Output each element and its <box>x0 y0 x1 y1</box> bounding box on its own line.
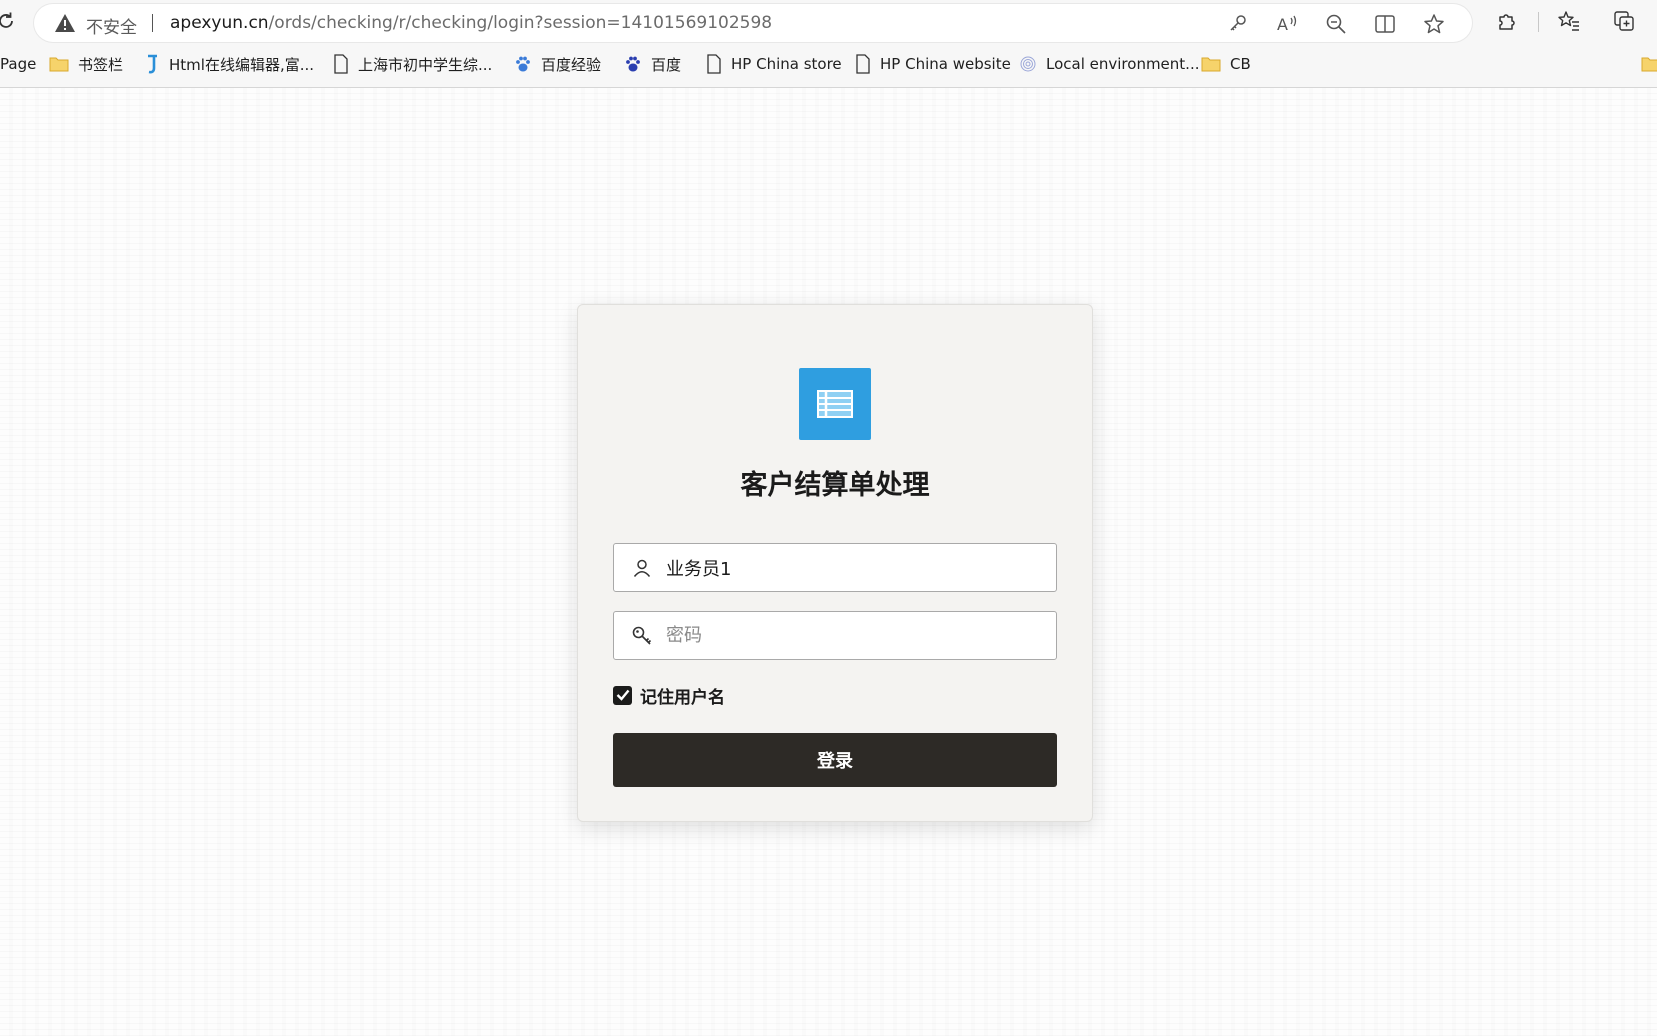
url-host: apexyun.cn <box>170 13 269 33</box>
bookmark-item[interactable]: 百度 <box>624 52 681 76</box>
collections-icon[interactable] <box>1612 9 1636 33</box>
password-field[interactable] <box>613 611 1057 660</box>
address-divider <box>152 14 153 32</box>
warning-triangle-icon[interactable] <box>54 13 76 33</box>
bookmark-item[interactable]: HP China store <box>706 52 842 76</box>
bookmark-label: 百度 <box>651 55 682 74</box>
read-aloud-icon[interactable]: A <box>1275 12 1299 36</box>
bookmark-label: HP China store <box>731 55 842 73</box>
login-card: 客户结算单处理 记住用户名 登录 <box>577 304 1093 822</box>
fingerprint-icon <box>1020 56 1036 72</box>
bookmark-label: Html在线编辑器,富... <box>169 55 315 74</box>
baidu-paw-icon <box>626 56 640 72</box>
checkmark-icon <box>616 689 629 701</box>
url-path: /ords/checking/r/checking/login?session=… <box>268 13 773 33</box>
remember-label[interactable]: 记住用户名 <box>640 683 725 708</box>
bookmark-item[interactable]: Html在线编辑器,富... <box>144 52 314 76</box>
bookmark-label: Page <box>0 55 37 73</box>
folder-icon <box>1201 57 1221 72</box>
bookmark-item[interactable]: Page <box>0 52 36 76</box>
remember-checkbox[interactable] <box>613 685 632 705</box>
toolbar-divider <box>1538 12 1539 32</box>
user-icon <box>633 559 651 577</box>
password-input[interactable] <box>666 612 1046 659</box>
favorite-star-icon[interactable] <box>1422 12 1446 36</box>
j-logo-icon <box>148 54 157 74</box>
svg-text:A: A <box>1277 15 1288 34</box>
bookmarks-overflow-folder[interactable] <box>1641 52 1657 76</box>
page-icon <box>334 54 348 74</box>
reload-icon[interactable] <box>0 9 18 33</box>
folder-icon <box>49 57 69 72</box>
bookmark-item[interactable]: 书签栏 <box>49 52 123 76</box>
bookmark-item[interactable]: 百度经验 <box>514 52 601 76</box>
key-icon <box>632 626 652 645</box>
bookmark-label: Local environment... <box>1046 55 1200 73</box>
page-icon <box>707 54 721 74</box>
favorites-list-icon[interactable] <box>1557 9 1581 33</box>
bookmark-label: 百度经验 <box>541 55 602 74</box>
app-title: 客户结算单处理 <box>740 470 930 501</box>
passwords-key-icon[interactable] <box>1226 12 1250 36</box>
url-text[interactable]: apexyun.cn/ords/checking/r/checking/logi… <box>170 13 772 33</box>
folder-icon <box>1641 57 1657 72</box>
bookmark-item[interactable]: 上海市初中学生综... <box>333 52 492 76</box>
bookmark-label: CB <box>1230 55 1251 73</box>
remember-username-toggle[interactable]: 记住用户名 <box>613 683 725 708</box>
login-button[interactable]: 登录 <box>613 733 1057 787</box>
username-field[interactable] <box>613 543 1057 592</box>
zoom-out-icon[interactable] <box>1324 12 1348 36</box>
bookmark-item[interactable]: Local environment... <box>1019 52 1199 76</box>
bookmark-label: HP China website <box>880 55 1011 73</box>
app-logo <box>799 368 871 440</box>
security-status-label[interactable]: 不安全 <box>86 13 137 38</box>
table-icon <box>817 390 853 418</box>
baidu-paw-icon <box>516 56 530 72</box>
username-input[interactable] <box>666 544 1046 591</box>
bookmark-item[interactable]: HP China website <box>855 52 1011 76</box>
address-bar[interactable]: 不安全 apexyun.cn/ords/checking/r/checking/… <box>34 4 1472 42</box>
bookmark-label: 上海市初中学生综... <box>358 55 493 74</box>
page-icon <box>856 54 870 74</box>
bookmark-label: 书签栏 <box>78 55 124 74</box>
bookmark-item[interactable]: CB <box>1201 52 1251 76</box>
page-background: 客户结算单处理 记住用户名 登录 <box>0 88 1657 1036</box>
browser-chrome: 不安全 apexyun.cn/ords/checking/r/checking/… <box>0 0 1657 88</box>
split-screen-icon[interactable] <box>1373 12 1397 36</box>
extensions-icon[interactable] <box>1496 9 1520 33</box>
